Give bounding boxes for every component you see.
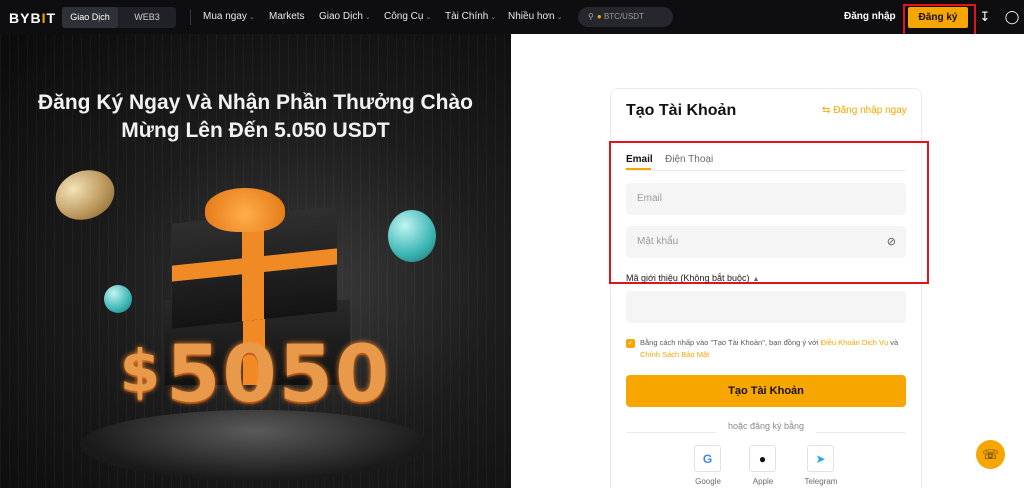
download-icon[interactable]: ↧ xyxy=(977,9,993,25)
or-signup-text: hoặc đăng ký bằng xyxy=(727,421,805,431)
agree-text: Bằng cách nhấp vào "Tạo Tài Khoản", bạn … xyxy=(640,338,899,359)
nav-item-tools[interactable]: Công Cụ ⌄ xyxy=(384,11,431,22)
headset-icon: ☏ xyxy=(982,447,999,462)
terms-link[interactable]: Điều Khoản Dịch Vụ xyxy=(821,338,889,347)
telegram-icon: ➤ xyxy=(815,452,826,466)
referral-field[interactable] xyxy=(626,291,906,323)
globe-icon[interactable]: ◯ xyxy=(1004,9,1020,25)
nav-item-markets[interactable]: Markets xyxy=(269,11,305,22)
active-tab-indicator xyxy=(626,168,651,170)
login-now-link[interactable]: ⇆ Đăng nhập ngay xyxy=(822,105,907,116)
page: BYBIT Giao Dịch WEB3 Mua ngay ⌄ Markets G… xyxy=(0,0,1024,488)
apple-button[interactable]: ● xyxy=(749,445,776,472)
apple-icon: ● xyxy=(758,452,767,466)
create-account-button[interactable]: Tạo Tài Khoản xyxy=(626,375,906,407)
divider-left xyxy=(626,432,716,433)
reward-amount: $5050 xyxy=(119,330,392,420)
chevron-down-icon: ⌄ xyxy=(364,14,371,21)
tab-email[interactable]: Email xyxy=(626,154,653,165)
nav-divider xyxy=(190,9,191,25)
agree-checkbox[interactable]: ✓ xyxy=(626,339,635,348)
nav-item-more[interactable]: Nhiều hơn ⌄ xyxy=(508,11,562,22)
nav-item-trade[interactable]: Giao Dịch ⌄ xyxy=(319,11,371,22)
telegram-label: Telegram xyxy=(804,477,838,486)
swap-icon: ⇆ xyxy=(822,105,831,116)
password-field[interactable]: Mật khẩu ⊘ xyxy=(626,226,906,258)
promo-title: Đăng Ký Ngay Và Nhận Phần Thưởng Chào Mừ… xyxy=(37,91,473,142)
google-icon: G xyxy=(702,452,713,466)
search-icon: ⚲ xyxy=(588,12,594,21)
google-label: Google xyxy=(695,477,721,486)
fire-icon: ● xyxy=(596,12,602,21)
tab-phone[interactable]: Điện Thoại xyxy=(665,154,713,165)
eye-off-icon[interactable]: ⊘ xyxy=(887,226,896,258)
small-teal-coin-image xyxy=(104,285,132,313)
gift-bow xyxy=(205,188,285,232)
podium-image xyxy=(80,410,430,480)
apple-label: Apple xyxy=(752,477,774,486)
tabs-divider xyxy=(626,170,906,171)
form-title: Tạo Tài Khoản xyxy=(626,102,737,119)
divider-right xyxy=(816,432,906,433)
login-link[interactable]: Đăng nhập xyxy=(844,11,896,22)
telegram-button[interactable]: ➤ xyxy=(807,445,834,472)
google-button[interactable]: G xyxy=(694,445,721,472)
referral-toggle[interactable]: Mã giới thiệu (Không bắt buộc) ▲ xyxy=(626,273,759,283)
search-input[interactable]: ⚲ ● BTC/USDT xyxy=(578,7,673,27)
email-field[interactable]: Email xyxy=(626,183,906,215)
switch-web3[interactable]: WEB3 xyxy=(118,7,176,28)
chevron-down-icon: ⌄ xyxy=(425,14,432,21)
nav-item-finance[interactable]: Tài Chính ⌄ xyxy=(445,11,496,22)
nav-item-buy[interactable]: Mua ngay ⌄ xyxy=(203,11,255,22)
caret-up-icon: ▲ xyxy=(752,276,760,283)
teal-coin-image xyxy=(388,210,436,262)
product-switch: Giao Dịch WEB3 xyxy=(62,7,176,28)
chevron-down-icon: ⌄ xyxy=(248,14,255,21)
chevron-down-icon: ⌄ xyxy=(556,14,563,21)
privacy-link[interactable]: Chính Sách Bảo Mật xyxy=(640,350,709,359)
switch-trade[interactable]: Giao Dịch xyxy=(62,7,118,28)
support-chat-button[interactable]: ☏ xyxy=(976,440,1005,469)
signup-button[interactable]: Đăng ký xyxy=(908,7,968,28)
chevron-down-icon: ⌄ xyxy=(490,14,497,21)
bybit-logo[interactable]: BYBIT xyxy=(9,10,56,26)
